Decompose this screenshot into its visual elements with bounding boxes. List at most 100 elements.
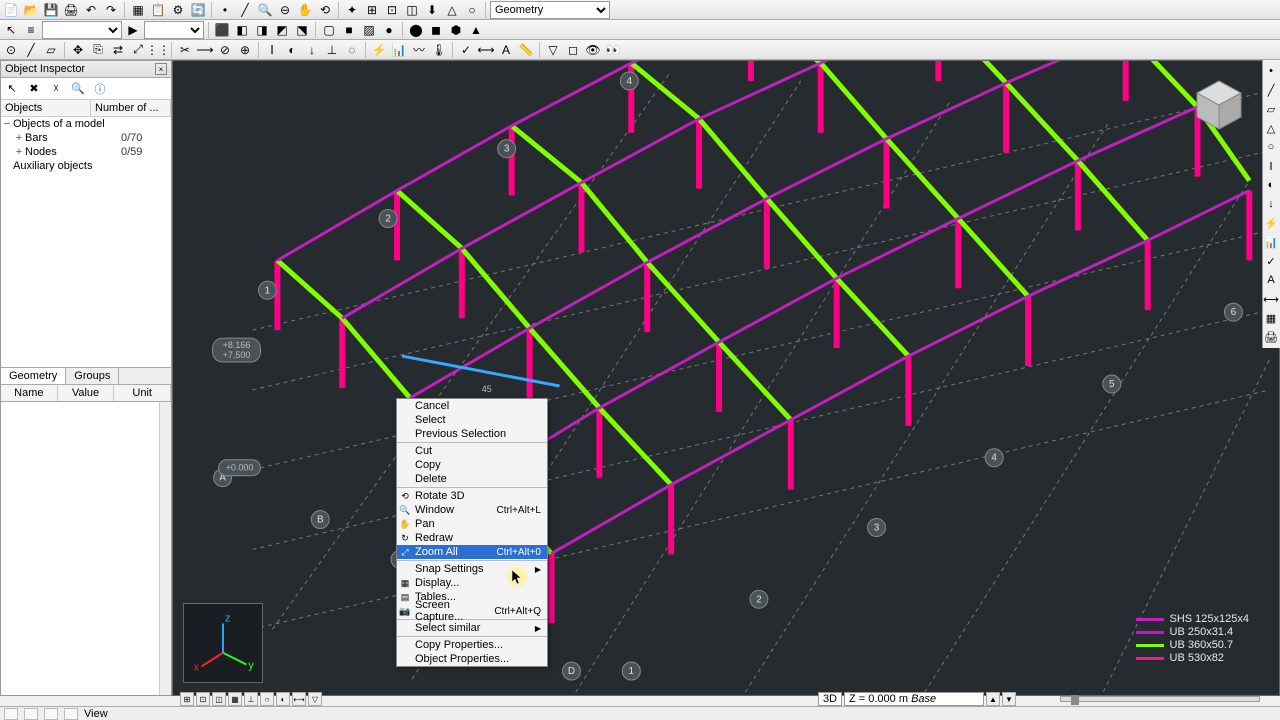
rt-support-icon[interactable]: △ xyxy=(1263,119,1279,137)
cyl-icon[interactable]: ⬢ xyxy=(447,22,465,38)
hide-icon[interactable]: 👁 xyxy=(584,42,602,58)
bar-tool-icon[interactable]: ╱ xyxy=(22,42,40,58)
mirror-icon[interactable]: ⇄ xyxy=(109,42,127,58)
bb-icon[interactable] xyxy=(4,708,18,720)
layer-select[interactable] xyxy=(42,21,122,39)
ctx-select[interactable]: Select xyxy=(397,413,547,427)
sb-icon[interactable]: ◫ xyxy=(212,692,226,706)
play-icon[interactable]: ▶ xyxy=(124,22,142,38)
stress-icon[interactable]: 🌡 xyxy=(430,42,448,58)
sb-icon[interactable]: ⊡ xyxy=(196,692,210,706)
node-icon[interactable]: • xyxy=(216,2,234,18)
search-tool-icon[interactable]: 🔍 xyxy=(71,82,85,96)
view-cube[interactable] xyxy=(1189,75,1249,135)
select-tool-icon[interactable]: ↖ xyxy=(5,82,19,96)
view-yz-icon[interactable]: ◨ xyxy=(253,22,271,38)
rotate-icon[interactable]: ⟲ xyxy=(316,2,334,18)
move-icon[interactable]: ✥ xyxy=(69,42,87,58)
ctx-zoom-all[interactable]: ⤢Zoom AllCtrl+Alt+0 xyxy=(397,545,547,559)
layers-icon[interactable]: ≡ xyxy=(22,22,40,38)
rt-release-icon[interactable]: ○ xyxy=(1263,138,1279,156)
axes-icon[interactable]: ✦ xyxy=(343,2,361,18)
ctx-display-[interactable]: ▦Display... xyxy=(397,576,547,590)
redo-icon[interactable]: ↷ xyxy=(102,2,120,18)
sb-icon[interactable]: ◐ xyxy=(276,692,290,706)
undo-icon[interactable]: ↶ xyxy=(82,2,100,18)
rt-print-icon[interactable]: 🖨 xyxy=(1263,328,1279,346)
trim-icon[interactable]: ✂ xyxy=(176,42,194,58)
sb-icon[interactable]: ▽ xyxy=(308,692,322,706)
expand-tool-icon[interactable]: ☓ xyxy=(49,82,63,96)
ctx-object-properties-[interactable]: Object Properties... xyxy=(397,652,547,666)
ctx-pan[interactable]: ✋Pan xyxy=(397,517,547,531)
tree-row[interactable]: +Nodes0/59 xyxy=(1,145,171,159)
ctx-window[interactable]: 🔍WindowCtrl+Alt+L xyxy=(397,503,547,517)
rt-material-icon[interactable]: ◐ xyxy=(1263,176,1279,194)
rt-text-icon[interactable]: A xyxy=(1263,271,1279,289)
meas-icon[interactable]: 📏 xyxy=(517,42,535,58)
ctx-redraw[interactable]: ↻Redraw xyxy=(397,531,547,545)
panel-tool-icon[interactable]: ▱ xyxy=(42,42,60,58)
zoom-out-icon[interactable]: ⊖ xyxy=(276,2,294,18)
show-icon[interactable]: 👀 xyxy=(604,42,622,58)
rt-table-icon[interactable]: ▦ xyxy=(1263,309,1279,327)
sb-icon[interactable]: ⊞ xyxy=(180,692,194,706)
sel-icon[interactable]: ◻ xyxy=(564,42,582,58)
ctx-previous-selection[interactable]: Previous Selection xyxy=(397,427,547,441)
bb-icon[interactable] xyxy=(24,708,38,720)
bb-icon[interactable] xyxy=(44,708,58,720)
tree-row[interactable]: +Bars0/70 xyxy=(1,131,171,145)
rt-calc-icon[interactable]: ⚡ xyxy=(1263,214,1279,232)
zoom-in-icon[interactable]: 🔍 xyxy=(256,2,274,18)
view-xy-icon[interactable]: ⬛ xyxy=(213,22,231,38)
zoom-slider[interactable] xyxy=(1060,696,1260,702)
snap-icon[interactable]: ⊡ xyxy=(383,2,401,18)
refresh-icon[interactable]: 🔄 xyxy=(189,2,207,18)
sb-icon[interactable]: ▦ xyxy=(228,692,242,706)
new-icon[interactable]: 📄 xyxy=(2,2,20,18)
tree-row[interactable]: Auxiliary objects xyxy=(1,159,171,173)
cube-icon[interactable]: ◼ xyxy=(427,22,445,38)
view-xz-icon[interactable]: ◧ xyxy=(233,22,251,38)
filter-tool-icon[interactable]: ✖ xyxy=(27,82,41,96)
status-3d[interactable]: 3D xyxy=(818,692,842,706)
load-def-icon[interactable]: ↓ xyxy=(303,42,321,58)
ctx-select-similar[interactable]: Select similar▶ xyxy=(397,621,547,635)
rt-load-icon[interactable]: ↓ xyxy=(1263,195,1279,213)
print-icon[interactable]: 🖨 xyxy=(62,2,80,18)
rel-def-icon[interactable]: ◌ xyxy=(343,42,361,58)
open-icon[interactable]: 📂 xyxy=(22,2,40,18)
bar-icon[interactable]: ╱ xyxy=(236,2,254,18)
bb-icon[interactable] xyxy=(64,708,78,720)
rt-panel-icon[interactable]: ▱ xyxy=(1263,100,1279,118)
divide-icon[interactable]: ⊘ xyxy=(216,42,234,58)
rt-results-icon[interactable]: 📊 xyxy=(1263,233,1279,251)
arr-icon[interactable]: ⋮⋮ xyxy=(149,42,167,58)
ctx-cut[interactable]: Cut xyxy=(397,444,547,458)
support-icon[interactable]: △ xyxy=(443,2,461,18)
sb-icon[interactable]: ⊥ xyxy=(244,692,258,706)
grid-icon[interactable]: ⊞ xyxy=(363,2,381,18)
scale-icon[interactable]: ⤢ xyxy=(129,42,147,58)
check-icon[interactable]: ✓ xyxy=(457,42,475,58)
diag-icon[interactable]: 〰 xyxy=(410,42,428,58)
rt-node-icon[interactable]: • xyxy=(1263,62,1279,80)
calc-icon[interactable]: ⚙ xyxy=(169,2,187,18)
join-icon[interactable]: ⊕ xyxy=(236,42,254,58)
wireframe-icon[interactable]: ▢ xyxy=(320,22,338,38)
tree-row[interactable]: −Objects of a model xyxy=(1,117,171,131)
table-icon[interactable]: ▦ xyxy=(129,2,147,18)
report-icon[interactable]: 📋 xyxy=(149,2,167,18)
solid-icon[interactable]: ■ xyxy=(340,22,358,38)
rt-check-icon[interactable]: ✓ xyxy=(1263,252,1279,270)
arrow-icon[interactable]: ↖ xyxy=(2,22,20,38)
combo2[interactable] xyxy=(144,21,204,39)
sb-down-icon[interactable]: ▼ xyxy=(1002,692,1016,706)
render-icon[interactable]: ● xyxy=(380,22,398,38)
sb-icon[interactable]: ○ xyxy=(260,692,274,706)
sphere-icon[interactable]: ⬤ xyxy=(407,22,425,38)
view-3d-icon[interactable]: ◩ xyxy=(273,22,291,38)
load-icon[interactable]: ⬇ xyxy=(423,2,441,18)
viewport[interactable]: 123456 ABCDE1234 +8.166 +7.500 +0.000 45 xyxy=(172,60,1280,696)
status-z[interactable]: Z = 0.000 m Base xyxy=(844,692,984,706)
